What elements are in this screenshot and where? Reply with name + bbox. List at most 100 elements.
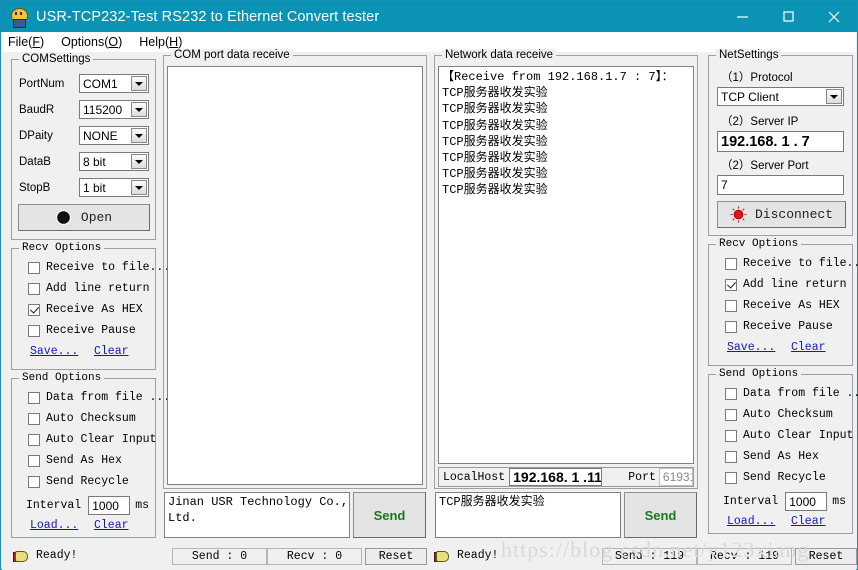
net-send-clear-link[interactable]: Clear: [791, 515, 826, 528]
network-data-receive-group: Network data receive 【Receive from 192.1…: [434, 49, 698, 489]
com-send-hex-row[interactable]: Send As Hex: [28, 454, 122, 467]
com-stopb-value: 1 bit: [83, 180, 106, 195]
com-baudr-combo[interactable]: 115200: [79, 100, 149, 119]
com-send-button-label: Send: [373, 507, 406, 523]
minimize-button[interactable]: [719, 1, 765, 32]
com-port-data-receive-group: COM port data receive: [163, 49, 427, 489]
server-port-value: 7: [721, 178, 728, 192]
server-port-label: （2）Server Port: [721, 160, 809, 172]
chevron-down-icon[interactable]: [131, 102, 147, 117]
com-send-checksum-row[interactable]: Auto Checksum: [28, 412, 136, 425]
com-recv-hex-row[interactable]: Receive As HEX: [28, 303, 143, 316]
network-receive-line: TCP服务器收发实验: [442, 167, 548, 182]
com-recv-to-file-checkbox[interactable]: [28, 261, 40, 274]
net-recv-pause-row[interactable]: Receive Pause: [725, 320, 833, 333]
com-send-recycle-checkbox[interactable]: [28, 475, 40, 488]
com-portnum-value: COM1: [83, 76, 118, 91]
net-send-load-link[interactable]: Load...: [727, 515, 775, 528]
net-recv-addline-checkbox[interactable]: [725, 278, 737, 291]
disconnect-button[interactable]: Disconnect: [717, 201, 846, 228]
com-parity-combo[interactable]: NONE: [79, 126, 149, 145]
server-port-input[interactable]: 7: [717, 175, 844, 195]
com-recv-clear-link[interactable]: Clear: [94, 345, 129, 358]
protocol-combo[interactable]: TCP Client: [717, 87, 844, 106]
net-send-input[interactable]: TCP服务器收发实验: [435, 492, 621, 538]
net-recv-to-file-row[interactable]: Receive to file...: [725, 257, 858, 270]
net-status-ready: Ready!: [434, 549, 498, 562]
com-recv-pause-row[interactable]: Receive Pause: [28, 324, 136, 337]
com-recv-addline-checkbox[interactable]: [28, 282, 40, 295]
com-reset-button[interactable]: Reset: [365, 548, 427, 565]
localhost-ip-input[interactable]: 192.168. 1 .111: [509, 468, 603, 486]
com-send-recycle-row[interactable]: Send Recycle: [28, 475, 129, 488]
com-send-datafile-checkbox[interactable]: [28, 391, 40, 404]
net-recv-options-legend: Recv Options: [716, 238, 802, 250]
com-portnum-combo[interactable]: COM1: [79, 74, 149, 93]
menu-options[interactable]: Options(O): [61, 35, 122, 49]
com-send-input[interactable]: Jinan USR Technology Co., Ltd.: [164, 492, 350, 538]
com-recv-addline-row[interactable]: Add line return: [28, 282, 150, 295]
com-stopb-label: StopB: [19, 181, 51, 194]
com-send-load-link[interactable]: Load...: [30, 519, 78, 532]
com-port-data-receive-pane[interactable]: [167, 66, 423, 485]
chevron-down-icon[interactable]: [131, 76, 147, 91]
chevron-down-icon[interactable]: [131, 154, 147, 169]
com-recv-hex-checkbox[interactable]: [28, 303, 40, 316]
com-status-ready-label: Ready!: [36, 549, 78, 562]
com-recv-save-link[interactable]: Save...: [30, 345, 78, 358]
com-send-autoclear-row[interactable]: Auto Clear Input: [28, 433, 156, 446]
com-recv-pause-checkbox[interactable]: [28, 324, 40, 337]
com-send-hex-label: Send As Hex: [46, 454, 122, 467]
network-receive-line: TCP服务器收发实验: [442, 86, 548, 101]
network-receive-line: TCP服务器收发实验: [442, 118, 548, 133]
com-send-clear-link[interactable]: Clear: [94, 519, 129, 532]
com-send-hex-checkbox[interactable]: [28, 454, 40, 467]
network-receive-line: TCP服务器收发实验: [442, 183, 548, 198]
net-send-button[interactable]: Send: [624, 492, 697, 538]
network-data-receive-pane[interactable]: 【Receive from 192.168.1.7 : 7】： TCP服务器收发…: [438, 66, 694, 464]
chevron-down-icon[interactable]: [826, 89, 842, 104]
net-recv-save-link[interactable]: Save...: [727, 341, 775, 354]
com-stopb-combo[interactable]: 1 bit: [79, 178, 149, 197]
net-send-autoclear-checkbox[interactable]: [725, 429, 737, 442]
com-recv-counter-label: Recv : 0: [286, 550, 343, 563]
net-recv-hex-checkbox[interactable]: [725, 299, 737, 312]
net-send-checksum-row[interactable]: Auto Checksum: [725, 408, 833, 421]
close-button[interactable]: [811, 1, 857, 32]
menu-file[interactable]: File(F): [8, 35, 44, 49]
net-recv-pause-checkbox[interactable]: [725, 320, 737, 333]
net-send-hex-checkbox[interactable]: [725, 450, 737, 463]
com-send-checksum-checkbox[interactable]: [28, 412, 40, 425]
net-reset-button[interactable]: Reset: [795, 548, 857, 565]
com-send-autoclear-checkbox[interactable]: [28, 433, 40, 446]
net-recv-hex-row[interactable]: Receive As HEX: [725, 299, 840, 312]
com-recv-options-group: Recv Options Receive to file... Add line…: [11, 242, 170, 370]
com-port-data-receive-legend: COM port data receive: [171, 49, 293, 61]
net-recv-to-file-checkbox[interactable]: [725, 257, 737, 270]
com-status-ready: Ready!: [13, 549, 77, 562]
com-send-datafile-row[interactable]: Data from file ...: [28, 391, 170, 404]
com-recv-to-file-row[interactable]: Receive to file...: [28, 261, 170, 274]
com-interval-label: Interval: [26, 499, 82, 512]
server-ip-input[interactable]: 192.168. 1 . 7: [717, 131, 844, 152]
com-send-button[interactable]: Send: [353, 492, 426, 538]
com-send-counter: Send : 0: [172, 548, 267, 565]
net-send-recycle-row[interactable]: Send Recycle: [725, 471, 826, 484]
com-interval-input[interactable]: 1000: [88, 496, 131, 515]
net-recv-clear-link[interactable]: Clear: [791, 341, 826, 354]
net-send-datafile-row[interactable]: Data from file ...: [725, 387, 858, 400]
net-send-datafile-checkbox[interactable]: [725, 387, 737, 400]
net-recv-addline-row[interactable]: Add line return: [725, 278, 847, 291]
maximize-button[interactable]: [765, 1, 811, 32]
net-send-recycle-checkbox[interactable]: [725, 471, 737, 484]
menu-help[interactable]: Help(H): [139, 35, 182, 49]
net-send-hex-row[interactable]: Send As Hex: [725, 450, 819, 463]
chevron-down-icon[interactable]: [131, 180, 147, 195]
net-interval-input[interactable]: 1000: [785, 492, 828, 511]
open-port-button[interactable]: Open: [18, 204, 150, 231]
com-datab-combo[interactable]: 8 bit: [79, 152, 149, 171]
chevron-down-icon[interactable]: [131, 128, 147, 143]
net-send-checksum-checkbox[interactable]: [725, 408, 737, 421]
com-send-options-legend: Send Options: [19, 372, 105, 384]
net-send-autoclear-row[interactable]: Auto Clear Input: [725, 429, 853, 442]
